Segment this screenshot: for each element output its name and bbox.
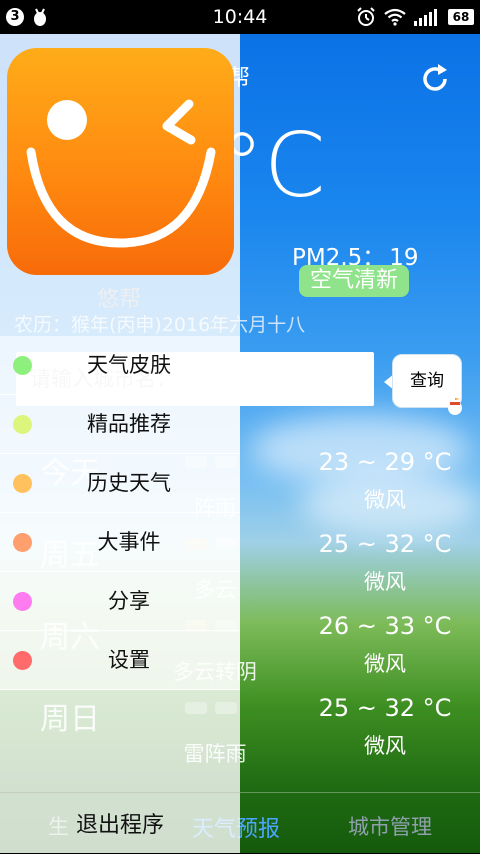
- menu-item-label: 历史天气: [87, 471, 171, 495]
- menu-dot-icon: [13, 651, 32, 670]
- forecast-temp: 23 ~ 29 °C: [318, 448, 452, 476]
- menu-item-label: 大事件: [97, 530, 161, 554]
- forecast-wind: 微风: [364, 734, 406, 758]
- forecast-wind: 微风: [364, 488, 406, 512]
- forecast-temp: 25 ~ 32 °C: [318, 530, 452, 558]
- menu-item-settings[interactable]: 设置: [0, 631, 240, 690]
- menu-item-events[interactable]: 大事件: [0, 513, 240, 572]
- menu-dot-icon: [13, 415, 32, 434]
- wifi-icon: [384, 8, 406, 26]
- alarm-icon: [357, 7, 375, 26]
- menu-dot-icon: [13, 592, 32, 611]
- menu-item-label: 天气皮肤: [87, 353, 171, 377]
- nav-tab-city-manage[interactable]: 城市管理: [348, 811, 432, 841]
- menu-dot-icon: [13, 474, 32, 493]
- status-bar: 3 10:44 68: [0, 0, 480, 34]
- app-logo: [7, 48, 234, 275]
- signal-icon: [414, 9, 437, 26]
- battery-icon: 68: [448, 9, 474, 25]
- winking-smiley-icon: [26, 99, 216, 248]
- menu-item-recommend[interactable]: 精品推荐: [0, 395, 240, 454]
- drawer-menu: 天气皮肤 精品推荐 历史天气 大事件 分享 设置: [0, 336, 240, 690]
- menu-dot-icon: [13, 356, 32, 375]
- menu-item-history-weather[interactable]: 历史天气: [0, 454, 240, 513]
- exit-label: 退出程序: [75, 813, 164, 838]
- air-quality-badge: 空气清新: [299, 265, 409, 297]
- forecast-wind: 微风: [364, 652, 406, 676]
- forecast-temp: 25 ~ 32 °C: [318, 694, 452, 722]
- forecast-temp: 26 ~ 33 °C: [318, 612, 452, 640]
- menu-item-share[interactable]: 分享: [0, 572, 240, 631]
- menu-item-label: 分享: [108, 589, 150, 613]
- menu-item-weather-skin[interactable]: 天气皮肤: [0, 336, 240, 395]
- exit-button[interactable]: 退出程序: [0, 792, 240, 854]
- menu-dot-icon: [13, 533, 32, 552]
- menu-item-label: 精品推荐: [87, 412, 171, 436]
- snowman-icon: [448, 393, 462, 415]
- refresh-icon[interactable]: [418, 62, 452, 96]
- status-icons: 68: [356, 6, 474, 28]
- side-drawer: 天气皮肤 精品推荐 历史天气 大事件 分享 设置 退出程序: [0, 34, 240, 853]
- menu-item-label: 设置: [108, 648, 150, 672]
- forecast-wind: 微风: [364, 570, 406, 594]
